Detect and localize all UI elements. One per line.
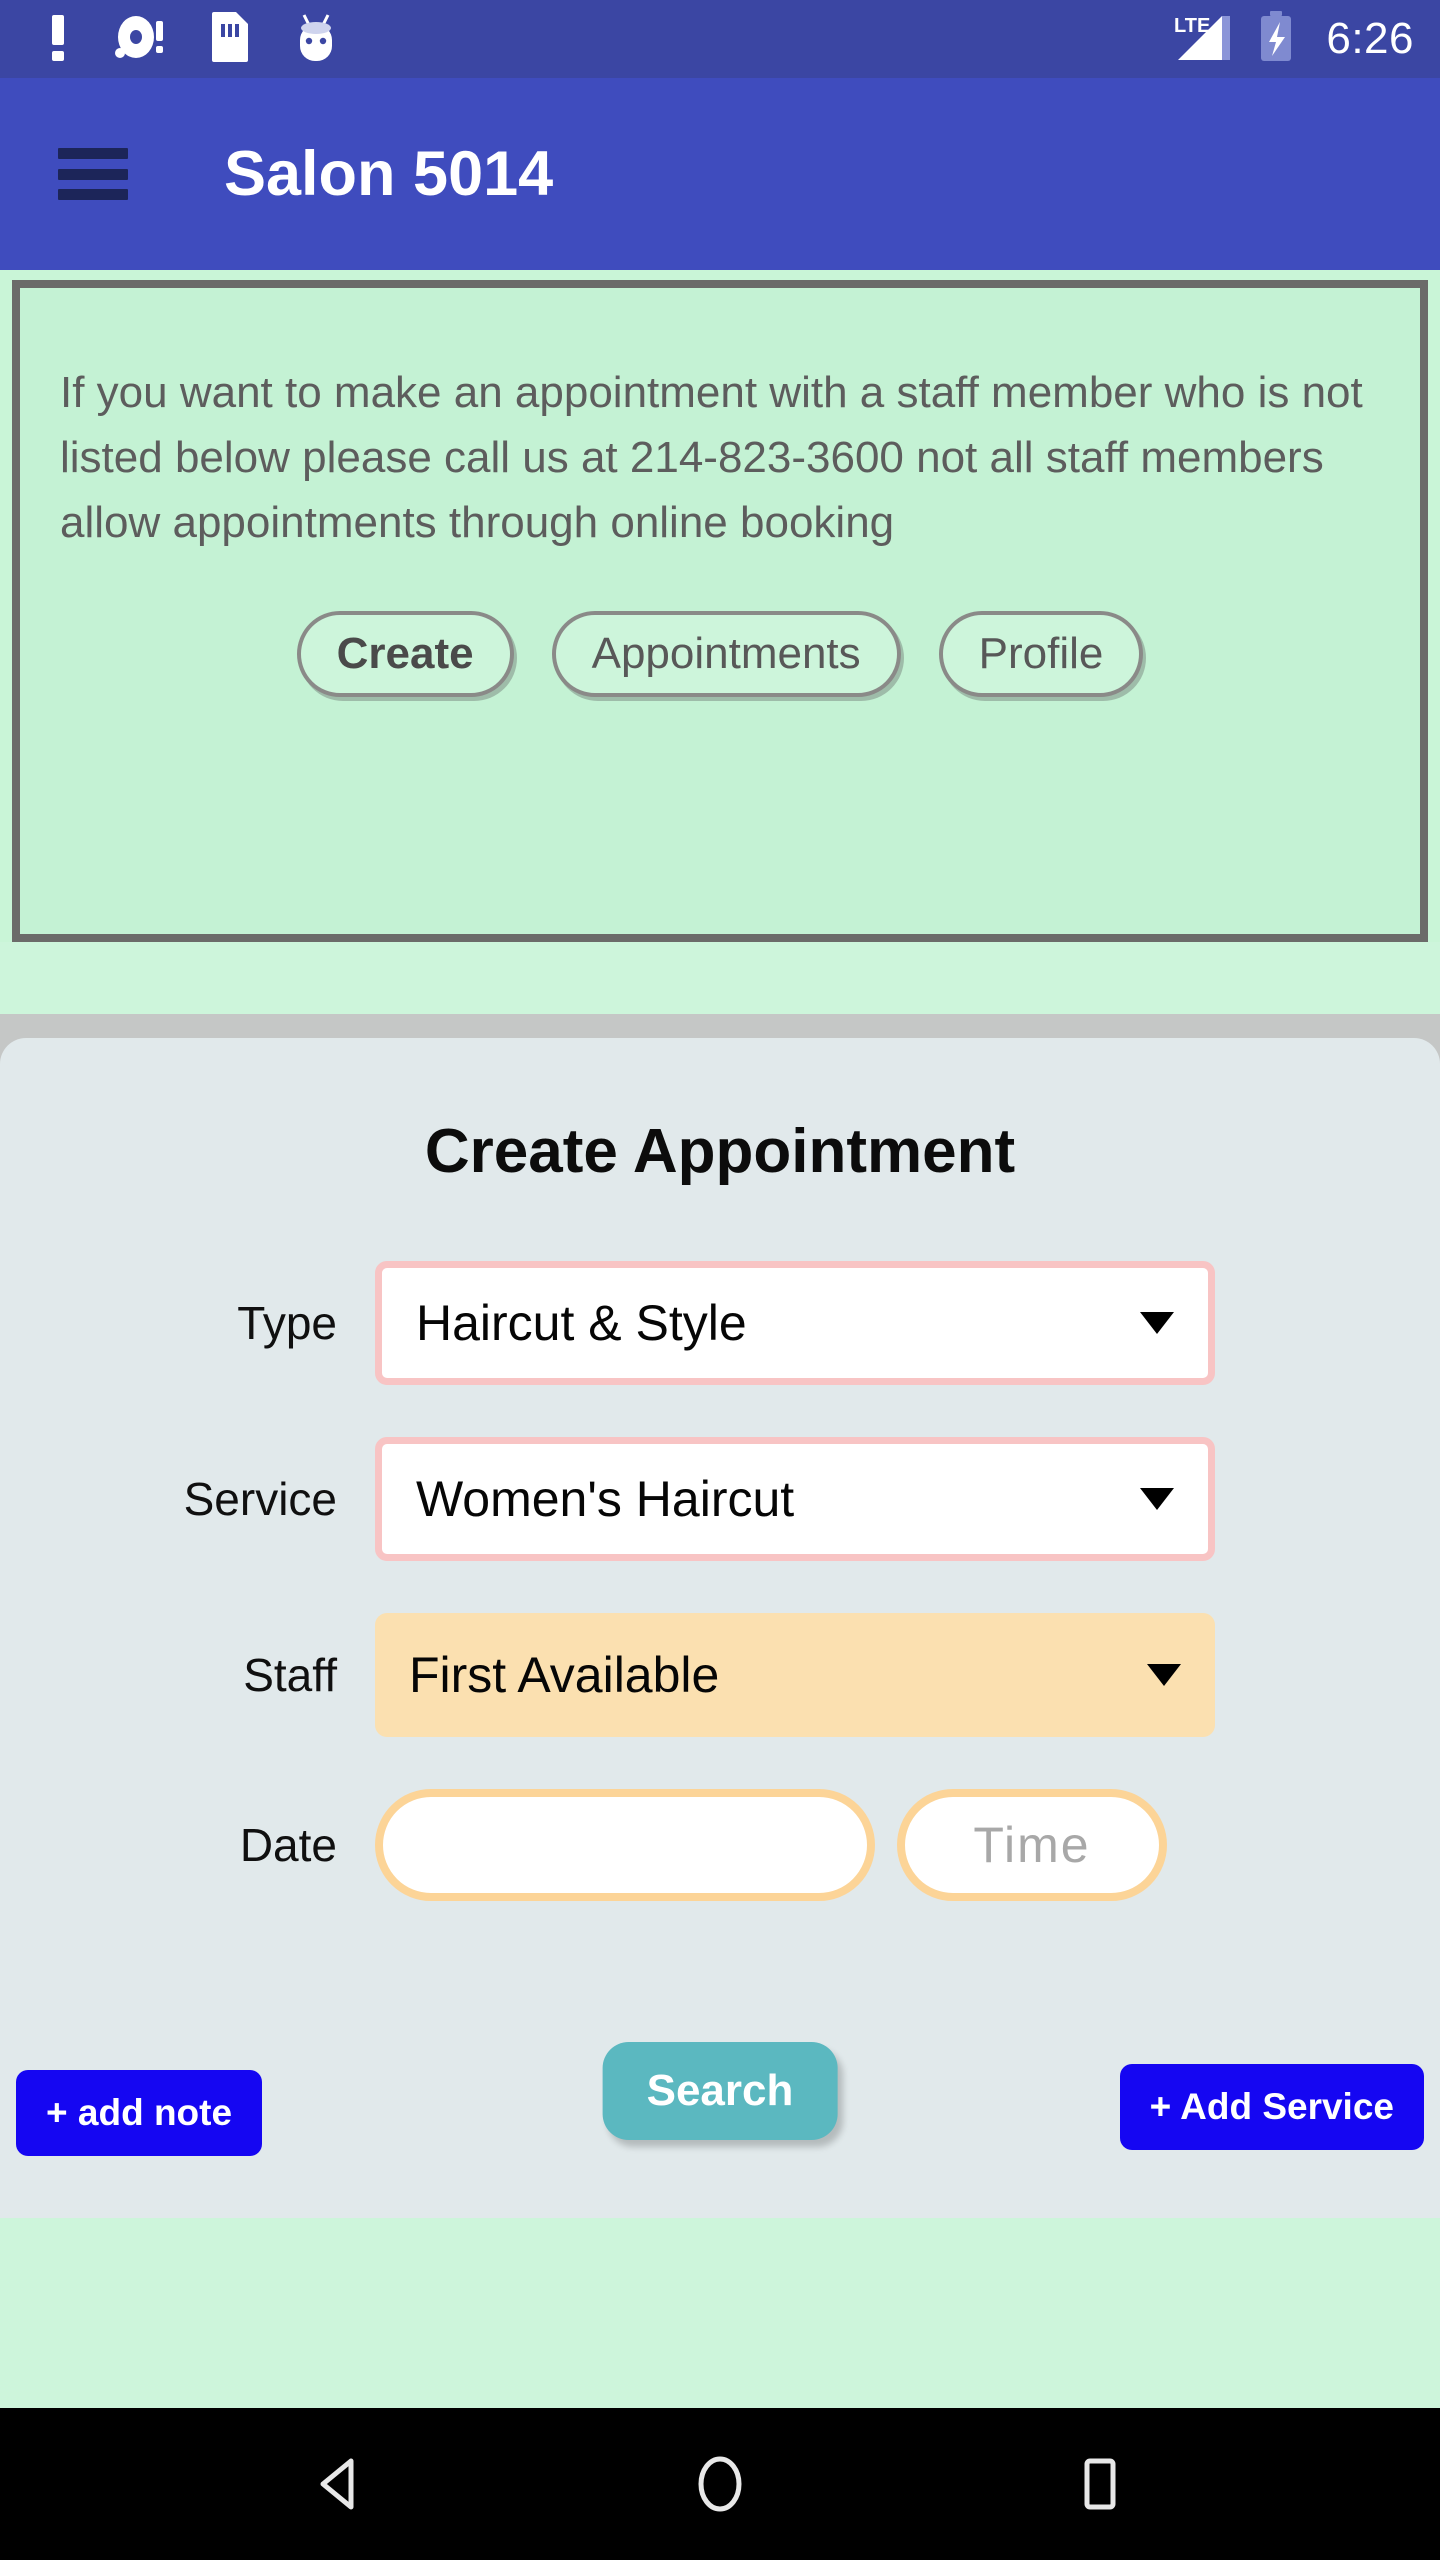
info-banner-card: If you want to make an appointment with … [12,280,1428,942]
lte-signal-icon: LTE [1172,10,1234,69]
appointment-form: Type Haircut & Style Service Women's Hai… [30,1261,1410,1953]
hamburger-menu-icon[interactable] [58,148,128,200]
form-row-service: Service Women's Haircut [30,1437,1410,1561]
android-icon [292,11,340,68]
form-card-outer: Create Appointment Type Haircut & Style … [0,1014,1440,2408]
search-button[interactable]: Search [602,2042,838,2140]
add-note-button[interactable]: + add note [16,2070,263,2156]
hamburger-line [58,189,128,200]
app-bar: Salon 5014 [0,78,1440,270]
page-bottom-background [0,2218,1440,2408]
sim-card-icon [210,10,250,69]
type-label: Type [237,1297,337,1349]
type-select[interactable]: Haircut & Style [375,1261,1215,1385]
form-row-date: Date Time [30,1789,1410,1901]
android-navigation-bar [0,2408,1440,2560]
form-row-staff: Staff First Available [30,1613,1410,1737]
chevron-down-icon [1147,1664,1181,1686]
time-input[interactable]: Time [897,1789,1167,1901]
banner-message: If you want to make an appointment with … [60,368,1363,548]
chevron-down-icon [1140,1312,1174,1334]
warning-icon [44,13,72,66]
home-circle-icon[interactable] [660,2424,780,2544]
type-select-value: Haircut & Style [416,1295,747,1351]
create-appointment-card: Create Appointment Type Haircut & Style … [0,1038,1440,2218]
sd-alert-icon [114,13,168,66]
tab-profile[interactable]: Profile [938,611,1144,698]
staff-label: Staff [243,1649,337,1701]
status-bar-clock: 6:26 [1326,14,1414,63]
service-select[interactable]: Women's Haircut [375,1437,1215,1561]
status-bar-notification-icons [44,10,340,69]
form-row-type: Type Haircut & Style [30,1261,1410,1385]
charging-battery-icon [1256,10,1296,69]
banner-tab-row: Create Appointments Profile [60,611,1380,698]
hamburger-line [58,148,128,159]
status-bar-system-icons: LTE 6:26 [1172,10,1414,69]
time-input-placeholder: Time [973,1817,1091,1873]
back-triangle-icon[interactable] [280,2424,400,2544]
tab-create[interactable]: Create [296,611,514,698]
add-service-button[interactable]: + Add Service [1119,2064,1424,2150]
banner-spacer [0,942,1440,1014]
staff-select[interactable]: First Available [375,1613,1215,1737]
recents-square-icon[interactable] [1040,2424,1160,2544]
page-title: Create Appointment [424,1117,1016,1186]
form-action-buttons: + add note Search + Add Service [0,2042,1440,2156]
info-banner-section: If you want to make an appointment with … [0,270,1440,942]
tab-appointments[interactable]: Appointments [551,611,901,698]
chevron-down-icon [1140,1488,1174,1510]
date-label: Date [239,1819,337,1871]
hamburger-line [58,168,128,180]
service-select-value: Women's Haircut [416,1471,795,1527]
staff-select-value: First Available [409,1647,720,1703]
app-title: Salon 5014 [224,139,554,209]
date-input[interactable] [375,1789,875,1901]
service-label: Service [183,1473,337,1525]
status-bar: LTE 6:26 [0,0,1440,78]
phone-screen: LTE 6:26 Salon 5014 If you want to make … [0,0,1440,2560]
